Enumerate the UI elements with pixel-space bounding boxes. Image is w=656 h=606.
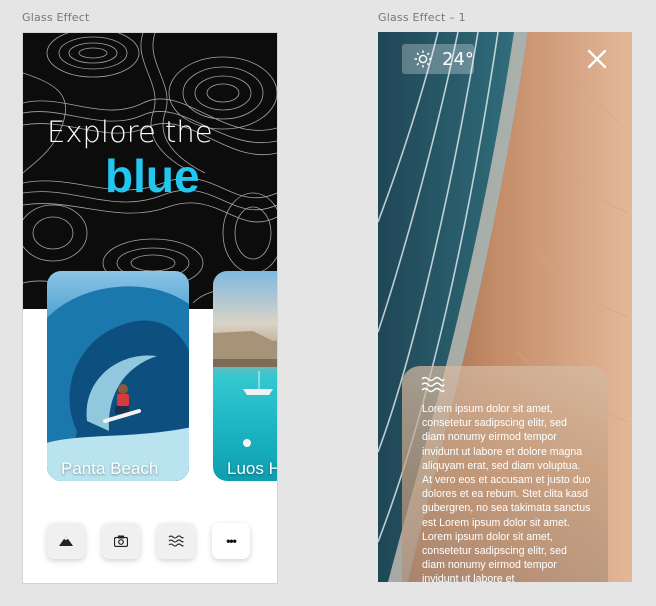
weather-widget: 24° — [402, 44, 474, 74]
card-title: Panta Beach — [61, 459, 159, 478]
mountain-icon — [59, 536, 73, 546]
temperature: 24° — [442, 48, 474, 70]
explore-artboard: Explore the blue Panta Beach Luos H ••• — [22, 32, 278, 584]
waves-icon — [168, 535, 184, 547]
camera-button[interactable] — [102, 523, 140, 559]
detail-artboard: 24° Lorem ipsum dolor sit amet, consetet… — [378, 32, 632, 582]
artboard-label: Glass Effect — [22, 11, 90, 24]
surfer-wave-image — [47, 286, 189, 481]
destination-card[interactable]: Panta Beach — [47, 271, 189, 481]
mountain-button[interactable] — [47, 523, 85, 559]
hero-heading-accent: blue — [105, 150, 200, 202]
glass-info-card: Lorem ipsum dolor sit amet, consetetur s… — [402, 366, 608, 582]
more-icon: ••• — [226, 534, 237, 548]
card-title: Luos H — [227, 459, 278, 478]
sun-icon — [414, 50, 432, 68]
hero-heading: Explore the — [47, 115, 213, 149]
close-icon[interactable] — [586, 48, 608, 70]
more-button[interactable]: ••• — [212, 523, 250, 559]
turquoise-bay-image — [213, 331, 277, 447]
artboard-label: Glass Effect – 1 — [378, 11, 466, 24]
waves-icon — [421, 376, 445, 393]
waves-button[interactable] — [157, 523, 195, 559]
destination-card[interactable]: Luos H — [213, 271, 278, 481]
description-text: Lorem ipsum dolor sit amet, consetetur s… — [422, 403, 591, 582]
camera-icon — [114, 535, 128, 547]
